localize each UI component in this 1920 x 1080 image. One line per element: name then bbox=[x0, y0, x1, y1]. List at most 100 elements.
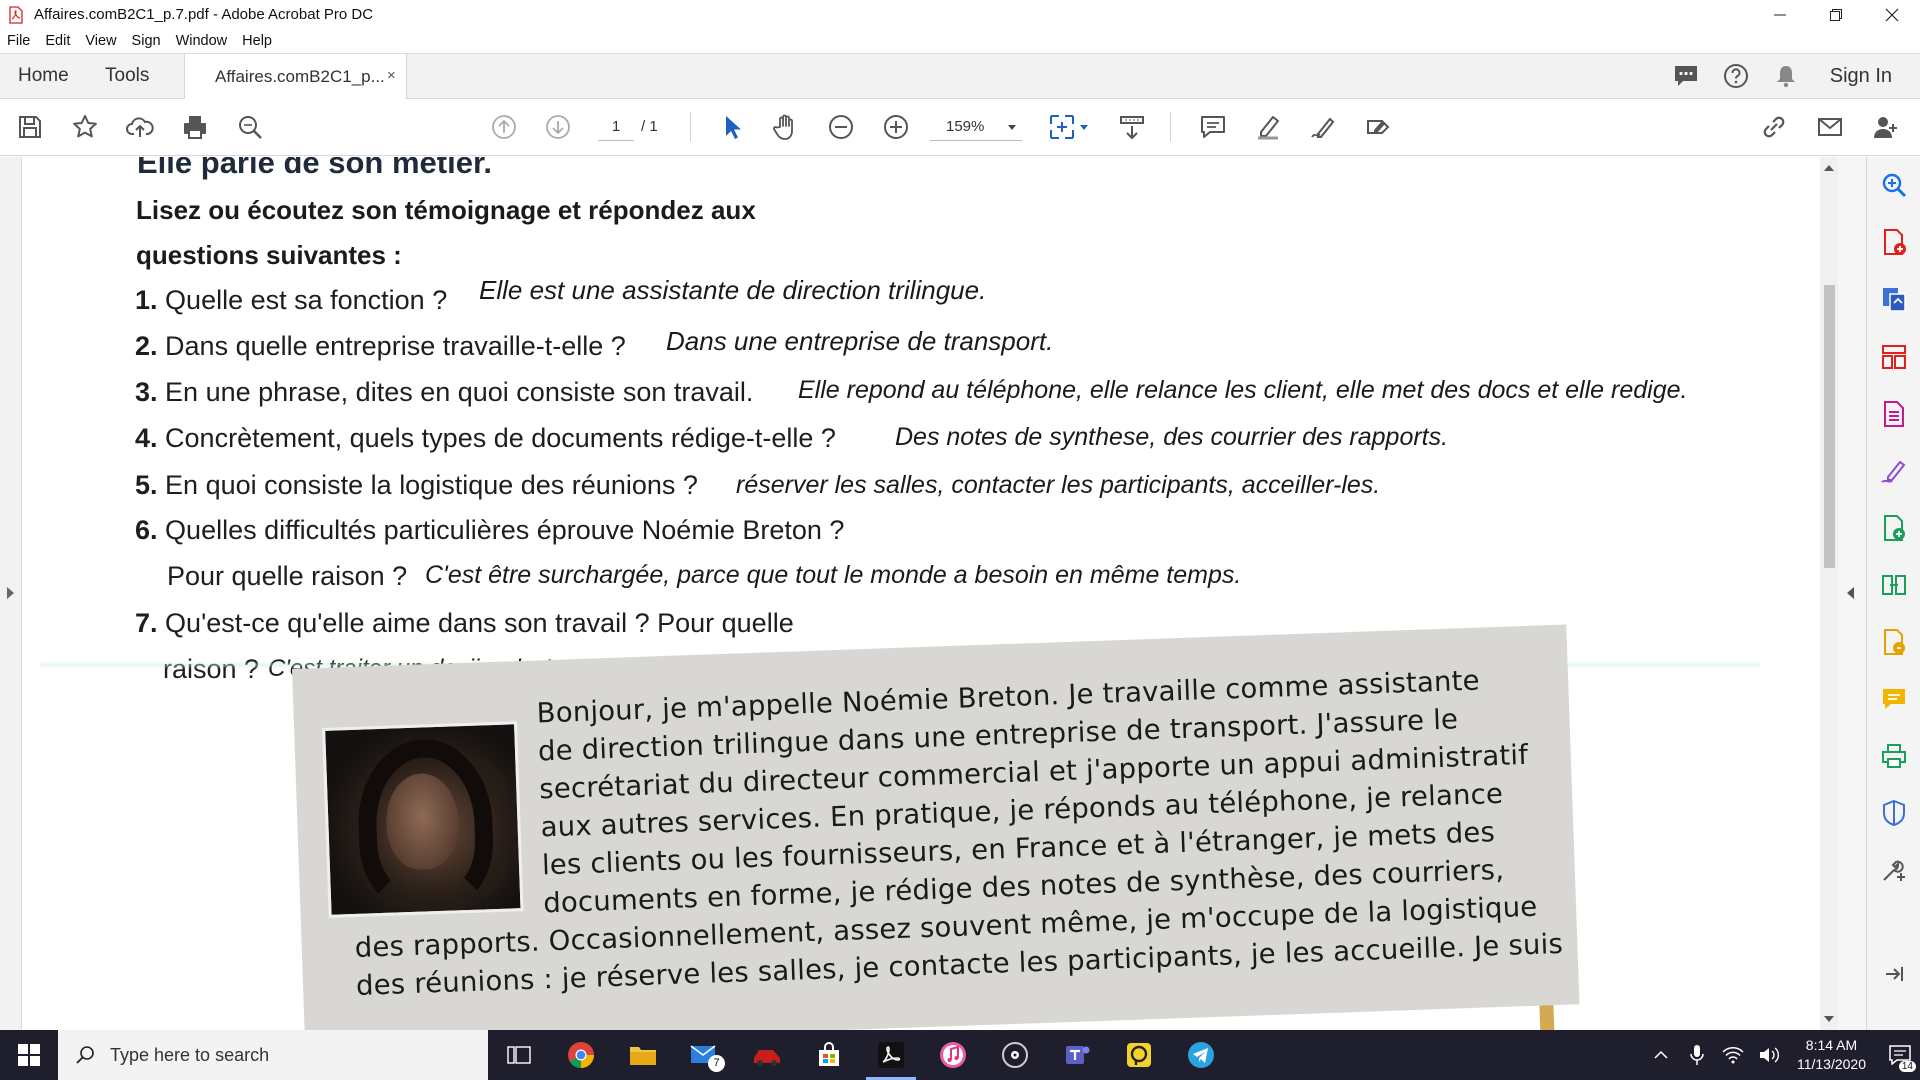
wifi-icon[interactable] bbox=[1720, 1042, 1746, 1068]
email-icon[interactable] bbox=[1814, 111, 1846, 143]
fit-page-icon[interactable] bbox=[1046, 111, 1078, 143]
restore-button[interactable] bbox=[1808, 0, 1864, 29]
menu-help[interactable]: Help bbox=[242, 33, 272, 49]
search-zoom-icon[interactable] bbox=[1880, 171, 1908, 199]
left-navigation-rail[interactable] bbox=[0, 157, 22, 1030]
help-icon[interactable] bbox=[1722, 62, 1750, 90]
close-tab-icon[interactable]: × bbox=[387, 67, 396, 84]
itunes-button[interactable] bbox=[922, 1030, 984, 1080]
start-button[interactable] bbox=[0, 1030, 58, 1080]
add-user-icon[interactable] bbox=[1870, 111, 1902, 143]
chrome-taskbar-button[interactable] bbox=[550, 1030, 612, 1080]
compress-pdf-icon[interactable] bbox=[1880, 400, 1908, 428]
fill-sign-icon[interactable] bbox=[1307, 111, 1339, 143]
store-button[interactable] bbox=[798, 1030, 860, 1080]
right-pane-toggle[interactable] bbox=[1838, 157, 1866, 1030]
send-for-review-icon[interactable] bbox=[1880, 514, 1908, 542]
scroll-mode-icon[interactable] bbox=[1116, 111, 1148, 143]
organize-pages-icon[interactable] bbox=[1880, 343, 1908, 371]
toolbar-divider bbox=[1170, 112, 1171, 142]
answer-4: Des notes de synthese, des courrier des … bbox=[895, 423, 1449, 451]
sign-in-button[interactable]: Sign In bbox=[1830, 65, 1892, 88]
window-title: Affaires.comB2C1_p.7.pdf - Adobe Acrobat… bbox=[34, 6, 374, 23]
media-player-button[interactable] bbox=[984, 1030, 1046, 1080]
protect-document-icon[interactable] bbox=[1880, 628, 1908, 656]
question-text: Concrètement, quels types de documents r… bbox=[165, 423, 836, 453]
clock-time: 8:14 AM bbox=[1805, 1037, 1858, 1053]
question-text: Qu'est-ce qu'elle aime dans son travail … bbox=[165, 608, 794, 638]
mail-taskbar-button[interactable]: 7 bbox=[674, 1030, 736, 1080]
instruction-line-2: questions suivantes : bbox=[136, 240, 402, 270]
testimony-text: Bonjour, je m'appelle Noémie Breton. Je … bbox=[354, 661, 1563, 1002]
zoom-level-dropdown[interactable]: 159% bbox=[930, 114, 1022, 141]
yellow-app-button[interactable] bbox=[1108, 1030, 1170, 1080]
volume-icon[interactable] bbox=[1756, 1042, 1782, 1068]
fill-sign-pane-icon[interactable] bbox=[1880, 457, 1908, 485]
zoom-out-icon[interactable] bbox=[825, 111, 857, 143]
previous-page-icon[interactable] bbox=[488, 111, 520, 143]
expand-left-pane-icon[interactable] bbox=[7, 587, 14, 599]
tab-tools[interactable]: Tools bbox=[105, 54, 149, 98]
system-clock[interactable]: 8:14 AM 11/13/2020 bbox=[1797, 1036, 1866, 1074]
protect-shield-icon[interactable] bbox=[1880, 799, 1908, 827]
collapse-right-pane-icon[interactable] bbox=[1847, 587, 1854, 599]
export-pdf-icon[interactable] bbox=[1880, 285, 1908, 313]
tab-home[interactable]: Home bbox=[18, 54, 69, 98]
tab-document[interactable]: Affaires.comB2C1_p... × bbox=[184, 54, 407, 100]
more-tools-icon[interactable] bbox=[1880, 856, 1908, 884]
tab-bar: Home Tools Affaires.comB2C1_p... × Sign … bbox=[0, 53, 1920, 100]
title-bar: Affaires.comB2C1_p.7.pdf - Adobe Acrobat… bbox=[0, 0, 1920, 29]
taskbar-search-box[interactable]: Type here to search bbox=[58, 1030, 488, 1080]
question-6-line-2: Pour quelle raison ? bbox=[167, 561, 408, 591]
acrobat-taskbar-button[interactable] bbox=[860, 1030, 922, 1080]
scroll-down-icon[interactable] bbox=[1824, 1016, 1834, 1022]
print-icon[interactable] bbox=[179, 111, 211, 143]
combine-files-icon[interactable] bbox=[1880, 571, 1908, 599]
notification-count: 14 bbox=[1898, 1061, 1916, 1072]
task-view-button[interactable] bbox=[488, 1030, 550, 1080]
scanned-testimony: Bonjour, je m'appelle Noémie Breton. Je … bbox=[292, 624, 1580, 1030]
zoom-search-icon[interactable] bbox=[234, 111, 266, 143]
zoom-in-icon[interactable] bbox=[880, 111, 912, 143]
teams-icon bbox=[1066, 1046, 1090, 1064]
scroll-up-icon[interactable] bbox=[1824, 165, 1834, 171]
menu-edit[interactable]: Edit bbox=[45, 33, 70, 49]
answer-3: Elle repond au téléphone, elle relance l… bbox=[798, 376, 1688, 404]
select-cursor-icon[interactable] bbox=[716, 111, 748, 143]
share-link-icon[interactable] bbox=[1758, 111, 1790, 143]
collapse-tools-icon[interactable] bbox=[1883, 963, 1905, 985]
page-number-input[interactable]: 1 bbox=[598, 114, 634, 141]
print-production-icon[interactable] bbox=[1880, 742, 1908, 770]
bell-icon[interactable] bbox=[1772, 62, 1800, 90]
fit-options-chevron-icon[interactable] bbox=[1080, 125, 1088, 130]
hand-tool-icon[interactable] bbox=[770, 111, 802, 143]
highlight-pen-icon[interactable] bbox=[1252, 111, 1284, 143]
teams-button[interactable] bbox=[1046, 1030, 1108, 1080]
edit-pdf-icon[interactable] bbox=[1362, 111, 1394, 143]
menu-window[interactable]: Window bbox=[176, 33, 228, 49]
chevron-up-icon[interactable] bbox=[1648, 1042, 1674, 1068]
question-number: 5. bbox=[135, 470, 158, 500]
comment-bubble-icon[interactable] bbox=[1672, 62, 1700, 90]
close-window-button[interactable] bbox=[1864, 0, 1920, 29]
comment-icon[interactable] bbox=[1197, 111, 1229, 143]
comment-pane-icon[interactable] bbox=[1880, 685, 1908, 713]
game-app-button[interactable] bbox=[736, 1030, 798, 1080]
bookmark-star-icon[interactable] bbox=[69, 111, 101, 143]
upload-cloud-icon[interactable] bbox=[124, 111, 156, 143]
scrollbar-thumb[interactable] bbox=[1824, 285, 1835, 568]
create-pdf-icon[interactable] bbox=[1880, 228, 1908, 256]
microphone-icon[interactable] bbox=[1684, 1042, 1710, 1068]
file-explorer-button[interactable] bbox=[612, 1030, 674, 1080]
menu-view[interactable]: View bbox=[85, 33, 116, 49]
document-viewport[interactable]: Elle parle de son métier. Lisez ou écout… bbox=[0, 157, 1866, 1030]
save-icon[interactable] bbox=[14, 111, 46, 143]
menu-file[interactable]: File bbox=[7, 33, 30, 49]
vertical-scrollbar[interactable] bbox=[1820, 157, 1838, 1030]
acrobat-pdf-icon bbox=[8, 5, 24, 24]
minimize-button[interactable] bbox=[1752, 0, 1808, 29]
action-center-button[interactable]: 14 bbox=[1880, 1030, 1920, 1080]
menu-sign[interactable]: Sign bbox=[132, 33, 161, 49]
telegram-button[interactable] bbox=[1170, 1030, 1232, 1080]
next-page-icon[interactable] bbox=[542, 111, 574, 143]
